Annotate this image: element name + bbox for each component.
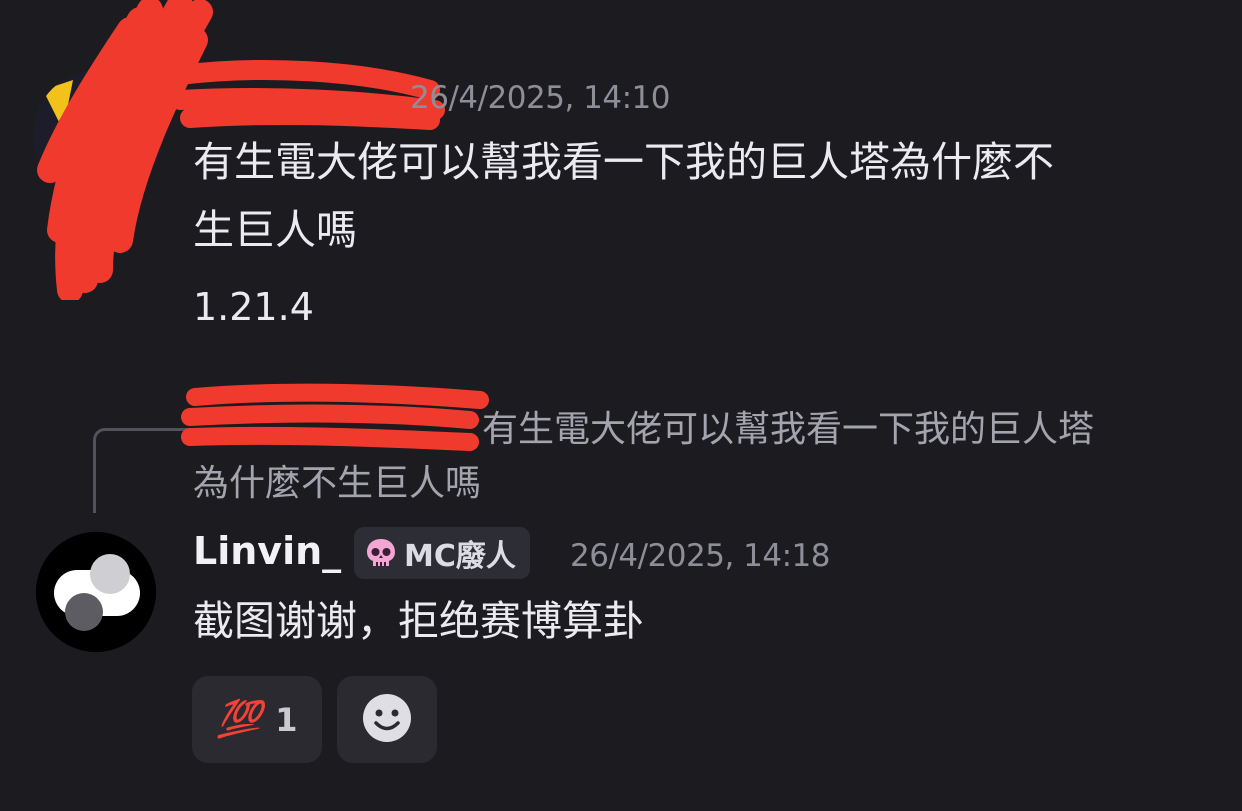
author-name[interactable]: Linvin_	[193, 529, 341, 573]
message-text-line-2: 生巨人嗎	[193, 206, 357, 254]
reply-author-redaction	[181, 383, 489, 451]
message-text: 截图谢谢，拒绝赛博算卦	[193, 597, 644, 645]
author-avatar[interactable]	[36, 532, 156, 652]
role-tag-label: MC廢人	[404, 539, 516, 574]
reply-preview-line-1[interactable]: 有生電大佬可以幫我看一下我的巨人塔	[482, 401, 1094, 459]
smiley-face-icon	[361, 692, 413, 748]
skull-icon	[364, 536, 398, 570]
reply-preview-line-2[interactable]: 為什麼不生巨人嗎	[193, 455, 481, 513]
message-timestamp: 26/4/2025, 14:18	[570, 538, 831, 574]
reaction-count: 1	[275, 700, 298, 739]
message-timestamp: 26/4/2025, 14:10	[410, 80, 671, 116]
reaction-hundred-points[interactable]: 💯 1	[192, 676, 322, 763]
hundred-points-icon: 💯	[216, 698, 262, 740]
message-text-line-1: 有生電大佬可以幫我看一下我的巨人塔為什麼不	[193, 138, 1054, 186]
role-tag[interactable]: MC廢人	[354, 527, 530, 579]
message-attachment-text: 1.21.4	[193, 285, 314, 329]
add-reaction-button[interactable]	[337, 676, 437, 763]
